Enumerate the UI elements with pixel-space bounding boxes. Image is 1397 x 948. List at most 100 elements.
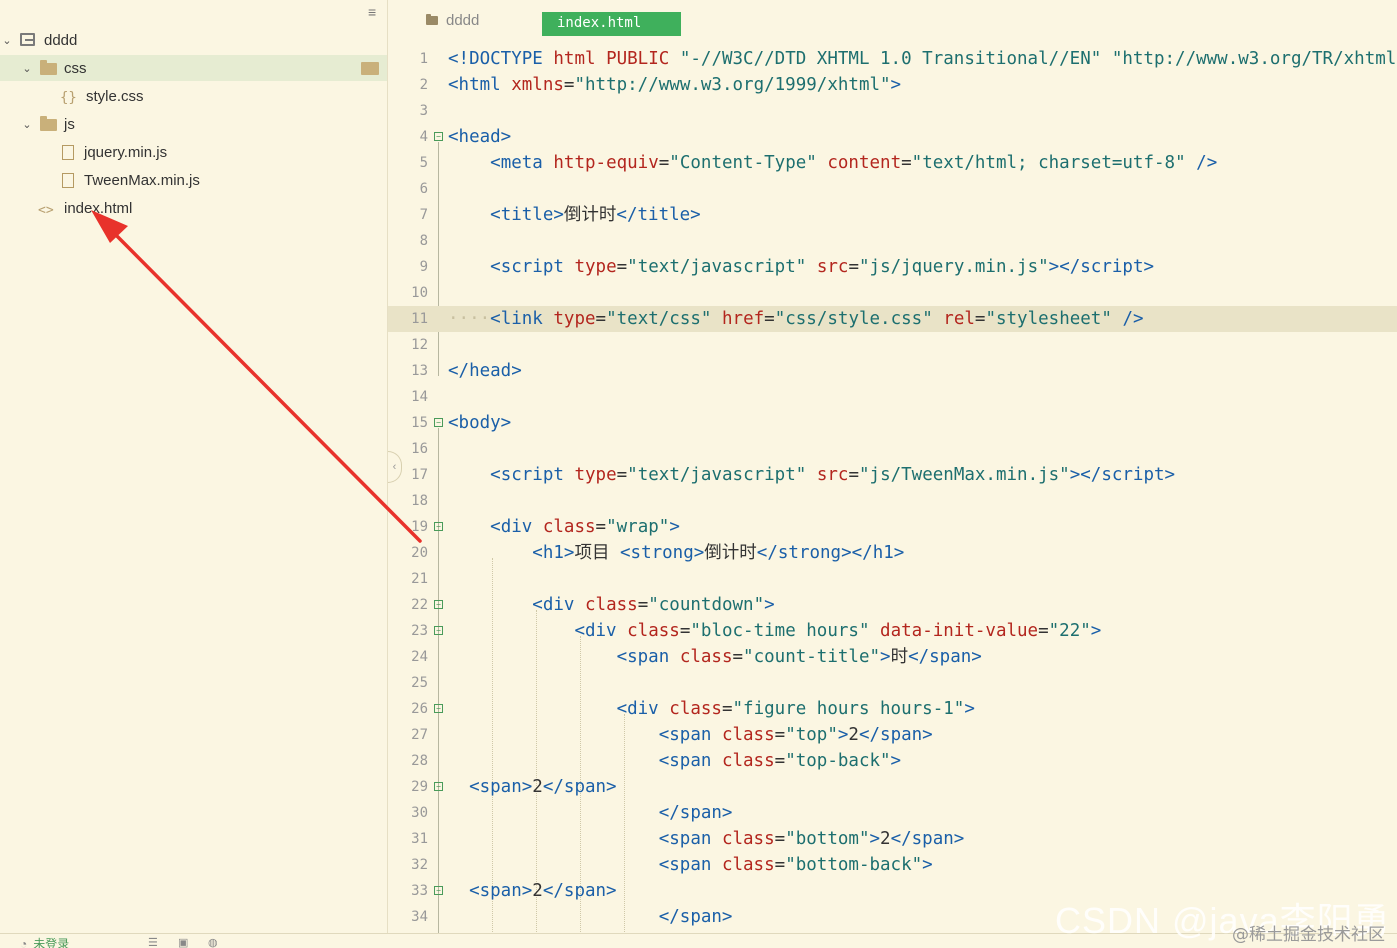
- line-number: 14: [411, 389, 428, 405]
- fold-toggle-icon[interactable]: −: [434, 418, 443, 427]
- code-line: 8: [388, 228, 1397, 254]
- code-line: 6: [388, 176, 1397, 202]
- line-number: 23: [411, 623, 428, 639]
- code-line: 1 <!DOCTYPE html PUBLIC "-//W3C//DTD XHTM…: [388, 46, 1397, 72]
- line-number: 22: [411, 597, 428, 613]
- line-number: 10: [411, 285, 428, 301]
- line-number: 20: [411, 545, 428, 561]
- chevron-down-icon[interactable]: ⌄: [20, 118, 34, 131]
- code-line: 25: [388, 670, 1397, 696]
- line-number: 33: [411, 883, 428, 899]
- user-icon: ◔: [20, 936, 28, 948]
- tree-item-js-folder[interactable]: ⌄ js: [0, 111, 387, 137]
- line-number: 16: [411, 441, 428, 457]
- tree-item-css-folder[interactable]: ⌄ css: [0, 55, 387, 81]
- tree-item-jquery[interactable]: jquery.min.js: [0, 139, 387, 165]
- code-line: 28 <span class="top-back">: [388, 748, 1397, 774]
- code-line: 21: [388, 566, 1397, 592]
- fold-toggle-icon[interactable]: −: [434, 522, 443, 531]
- line-number: 18: [411, 493, 428, 509]
- code-line: 26− <div class="figure hours hours-1">: [388, 696, 1397, 722]
- tree-item-label: TweenMax.min.js: [84, 171, 200, 189]
- code-line: 9 <script type="text/javascript" src="js…: [388, 254, 1397, 280]
- code-line: 27 <span class="top">2</span>: [388, 722, 1397, 748]
- tree-item-label: dddd: [44, 31, 78, 49]
- fold-toggle-icon[interactable]: −: [434, 886, 443, 895]
- code-line: 2 <html xmlns="http://www.w3.org/1999/xht…: [388, 72, 1397, 98]
- code-line: 22− <div class="countdown">: [388, 592, 1397, 618]
- line-number: 1: [419, 51, 428, 67]
- fold-toggle-icon[interactable]: −: [434, 704, 443, 713]
- line-number: 5: [419, 155, 428, 171]
- code-line: 17 <script type="text/javascript" src="j…: [388, 462, 1397, 488]
- line-number: 31: [411, 831, 428, 847]
- globe-icon[interactable]: ◍: [208, 936, 218, 948]
- code-line: 4− <head>: [388, 124, 1397, 150]
- tree-item-label: index.html: [64, 199, 133, 217]
- css-file-icon: {}: [60, 90, 77, 106]
- fold-toggle-icon[interactable]: −: [434, 132, 443, 141]
- code-line-current: 11 ····<link type="text/css" href="css/st…: [388, 306, 1397, 332]
- chevron-down-icon[interactable]: ⌄: [0, 34, 14, 47]
- code-line: 12: [388, 332, 1397, 358]
- tree-item-index-html[interactable]: <> index.html: [0, 195, 387, 221]
- list-icon[interactable]: ☰: [148, 936, 158, 948]
- tree-item-label: js: [64, 115, 75, 133]
- line-number: 2: [419, 77, 428, 93]
- line-number: 27: [411, 727, 428, 743]
- tree-item-style-css[interactable]: {} style.css: [0, 83, 387, 109]
- tab-label: index.html: [557, 15, 642, 31]
- code-line: 31 <span class="bottom">2</span>: [388, 826, 1397, 852]
- fold-toggle-icon[interactable]: −: [434, 782, 443, 791]
- line-number: 19: [411, 519, 428, 535]
- hamburger-menu-icon[interactable]: ≡: [368, 4, 376, 20]
- line-number: 15: [411, 415, 428, 431]
- code-line: 5 <meta http-equiv="Content-Type" conten…: [388, 150, 1397, 176]
- code-line: 3: [388, 98, 1397, 124]
- fold-toggle-icon[interactable]: −: [434, 626, 443, 635]
- code-line: 30 </span>: [388, 800, 1397, 826]
- line-number: 11: [411, 311, 428, 327]
- login-status[interactable]: ◔ 未登录: [20, 935, 69, 948]
- html-file-icon: <>: [38, 203, 54, 218]
- code-line: 14: [388, 384, 1397, 410]
- fold-toggle-icon[interactable]: −: [434, 600, 443, 609]
- tab-label: dddd: [446, 12, 480, 29]
- editor-tabs: dddd index.html: [388, 8, 1397, 36]
- project-explorer: ≡ ⌄ dddd ⌄ css {} style.css ⌄ js jquery.…: [0, 0, 388, 933]
- code-line: 19− <div class="wrap">: [388, 514, 1397, 540]
- project-icon: [20, 33, 38, 47]
- code-line: 23− <div class="bloc-time hours" data-in…: [388, 618, 1397, 644]
- folder-open-icon[interactable]: [361, 61, 379, 75]
- line-number: 17: [411, 467, 428, 483]
- code-editor[interactable]: ‹ dddd index.html 1 <!DOCTYPE html PUBLIC…: [388, 0, 1397, 933]
- code-line: 15− <body>: [388, 410, 1397, 436]
- tab-index-html[interactable]: index.html: [542, 12, 681, 36]
- line-number: 3: [419, 103, 428, 119]
- line-number: 4: [419, 129, 428, 145]
- line-number: 24: [411, 649, 428, 665]
- terminal-icon[interactable]: ▣: [178, 936, 188, 948]
- code-line: 29− <span>2</span>: [388, 774, 1397, 800]
- line-number: 26: [411, 701, 428, 717]
- folder-icon: [40, 116, 58, 131]
- code-line: 20 <h1>项目 <strong>倒计时</strong></h1>: [388, 540, 1397, 566]
- tree-item-label: css: [64, 59, 87, 77]
- tree-item-label: style.css: [86, 87, 144, 105]
- line-number: 30: [411, 805, 428, 821]
- line-number: 7: [419, 207, 428, 223]
- code-line: 24 <span class="count-title">时</span>: [388, 644, 1397, 670]
- line-number: 25: [411, 675, 428, 691]
- tree-item-tweenmax[interactable]: TweenMax.min.js: [0, 167, 387, 193]
- code-line: 7 <title>倒计时</title>: [388, 202, 1397, 228]
- line-number: 12: [411, 337, 428, 353]
- juejin-watermark: @稀土掘金技术社区: [1232, 925, 1385, 945]
- chevron-down-icon[interactable]: ⌄: [20, 62, 34, 75]
- login-status-label: 未登录: [33, 937, 70, 948]
- code-line: 13 </head>: [388, 358, 1397, 384]
- tab-dddd[interactable]: dddd: [426, 12, 479, 29]
- tree-item-project[interactable]: ⌄ dddd: [0, 27, 387, 53]
- code-line: 32 <span class="bottom-back">: [388, 852, 1397, 878]
- line-number: 13: [411, 363, 428, 379]
- code-line: 16: [388, 436, 1397, 462]
